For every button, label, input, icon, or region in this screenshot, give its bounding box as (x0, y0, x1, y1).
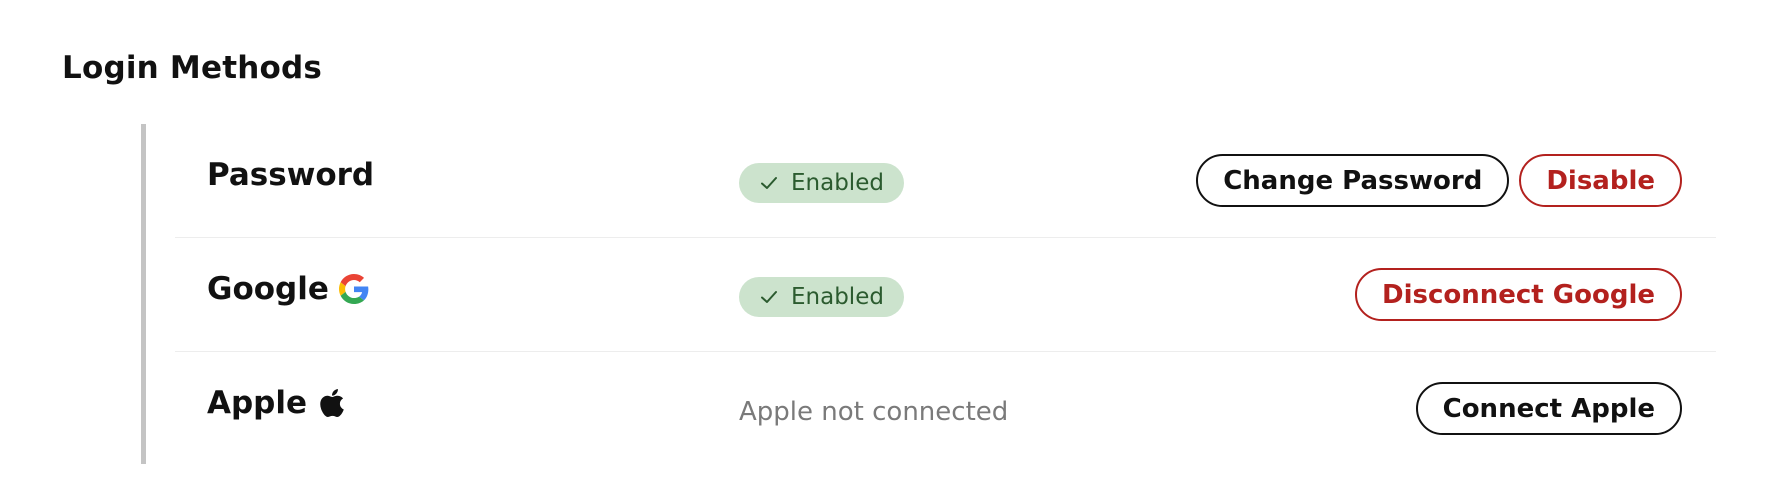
method-name-password: Password (207, 157, 374, 193)
login-method-row-password: Password Enabled Change Password Disable (175, 124, 1716, 238)
method-name-google: Google (207, 271, 369, 307)
status-text: Enabled (791, 284, 884, 310)
method-label: Password (207, 157, 375, 193)
login-method-row-apple: Apple Apple not connected Connect Apple (175, 352, 1716, 466)
login-methods-page: Login Methods Password Enabled Change Pa… (0, 0, 1770, 496)
status-text: Enabled (791, 170, 884, 196)
google-icon (338, 273, 369, 305)
status-badge-enabled: Enabled (739, 163, 904, 203)
status-badge-enabled: Enabled (739, 277, 904, 317)
change-password-button[interactable]: Change Password (1196, 154, 1510, 207)
method-label: Apple (207, 385, 308, 421)
actions: Connect Apple (1415, 382, 1682, 435)
disconnect-google-button[interactable]: Disconnect Google (1354, 268, 1682, 321)
section-title: Login Methods (62, 50, 323, 86)
login-method-row-google: Google Enabled Disconnect Google (175, 238, 1716, 352)
login-methods-list: Password Enabled Change Password Disable… (141, 124, 1716, 464)
actions: Change Password Disable (1196, 154, 1682, 207)
check-icon (759, 287, 779, 307)
connect-apple-button[interactable]: Connect Apple (1415, 382, 1682, 435)
status-not-connected: Apple not connected (739, 397, 1009, 427)
check-icon (759, 173, 779, 193)
apple-icon (317, 387, 347, 419)
actions: Disconnect Google (1354, 268, 1682, 321)
disable-password-button[interactable]: Disable (1519, 154, 1682, 207)
method-label: Google (207, 271, 329, 307)
method-name-apple: Apple (207, 385, 347, 421)
